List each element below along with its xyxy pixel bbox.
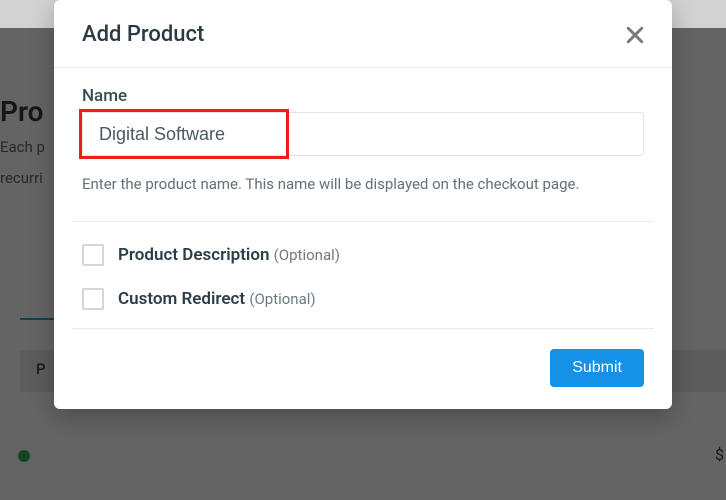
name-input[interactable]: [82, 112, 644, 156]
option2-optional: (Optional): [249, 290, 315, 308]
option1-text: Product Description: [118, 245, 269, 265]
custom-redirect-label: Custom Redirect (Optional): [118, 289, 316, 309]
close-icon[interactable]: [626, 26, 644, 44]
add-product-modal: Add Product Name Enter the product name.…: [54, 0, 672, 409]
option1-optional: (Optional): [274, 246, 340, 264]
option-custom-redirect: Custom Redirect (Optional): [82, 288, 644, 310]
custom-redirect-checkbox[interactable]: [82, 288, 104, 310]
modal-title: Add Product: [82, 22, 204, 47]
name-label: Name: [82, 86, 644, 106]
modal-header: Add Product: [54, 0, 672, 68]
product-description-label: Product Description (Optional): [118, 245, 340, 265]
name-help-text: Enter the product name. This name will b…: [82, 170, 644, 199]
submit-button[interactable]: Submit: [550, 349, 644, 387]
option-product-description: Product Description (Optional): [82, 244, 644, 266]
option2-text: Custom Redirect: [118, 289, 245, 309]
modal-body: Name Enter the product name. This name w…: [54, 68, 672, 333]
modal-footer: Submit: [54, 333, 672, 409]
name-input-wrap: [82, 112, 644, 156]
product-description-checkbox[interactable]: [82, 244, 104, 266]
divider: [72, 221, 654, 222]
divider: [72, 328, 654, 329]
